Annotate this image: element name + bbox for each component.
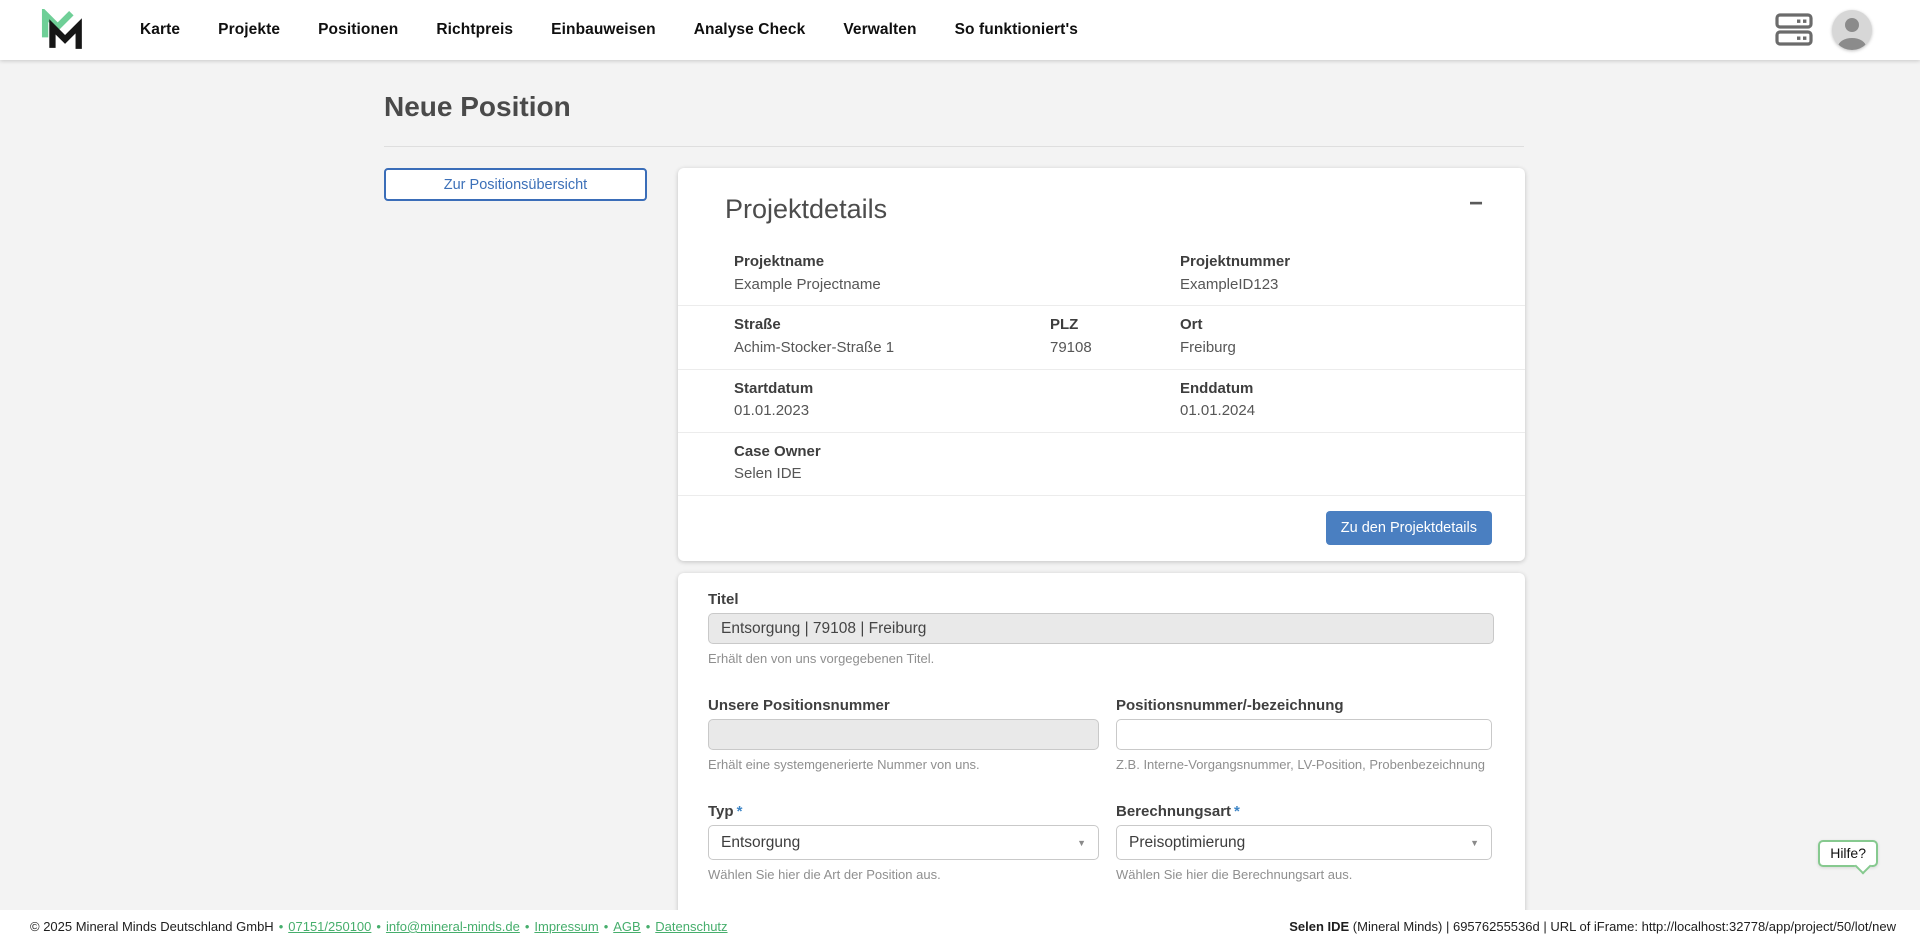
- positionsnummer-input[interactable]: [1116, 719, 1492, 750]
- field-strasse: Straße Achim-Stocker-Straße 1: [734, 314, 1050, 358]
- titel-group: Titel Erhält den von uns vorgegebenen Ti…: [708, 591, 1494, 666]
- unsere-positionsnummer-group: Unsere Positionsnummer Erhält eine syste…: [708, 697, 1099, 772]
- go-to-project-details-button[interactable]: Zu den Projektdetails: [1326, 511, 1492, 545]
- positionsnummer-helper-text: Z.B. Interne-Vorgangsnummer, LV-Position…: [1116, 757, 1492, 772]
- nav-item-einbauweisen[interactable]: Einbauweisen: [551, 21, 656, 39]
- help-button[interactable]: Hilfe?: [1818, 840, 1878, 867]
- back-to-positions-button[interactable]: Zur Positionsübersicht: [384, 168, 647, 201]
- positionsnummer-label: Positionsnummer/-bezeichnung: [1116, 697, 1492, 714]
- copyright-text: © 2025 Mineral Minds Deutschland GmbH: [30, 919, 274, 934]
- page-title: Neue Position: [384, 91, 1524, 123]
- footer-separator: •: [604, 919, 609, 934]
- chevron-down-icon: ▼: [1077, 838, 1086, 848]
- collapse-card-button[interactable]: −: [1465, 194, 1487, 214]
- footer-session-info: Selen IDE (Mineral Minds) | 69576255536d…: [1289, 919, 1896, 934]
- nav-item-projekte[interactable]: Projekte: [218, 21, 280, 39]
- main-menu: Karte Projekte Positionen Richtpreis Ein…: [140, 21, 1078, 39]
- footer-link-datenschutz[interactable]: Datenschutz: [655, 919, 727, 934]
- footer-link-impressum[interactable]: Impressum: [534, 919, 598, 934]
- nav-item-richtpreis[interactable]: Richtpreis: [436, 21, 513, 39]
- avatar-body-shape: [1838, 38, 1866, 50]
- nav-right-icons: [1774, 10, 1872, 50]
- berechnungsart-select[interactable]: Preisoptimierung ▼: [1116, 825, 1492, 860]
- field-ort: Ort Freiburg: [1180, 314, 1501, 358]
- berechnungsart-group: Berechnungsart* Preisoptimierung ▼ Wähle…: [1116, 803, 1492, 882]
- footer-separator: •: [646, 919, 651, 934]
- project-row-name-number: Projektname Example Projectname Projektn…: [678, 243, 1525, 306]
- field-case-owner: Case Owner Selen IDE: [734, 441, 1050, 485]
- titel-label: Titel: [708, 591, 1494, 608]
- top-navigation-bar: Karte Projekte Positionen Richtpreis Ein…: [0, 0, 1920, 60]
- left-column: Zur Positionsübersicht: [384, 168, 647, 201]
- title-divider: [384, 146, 1524, 147]
- mineral-minds-logo-icon[interactable]: [40, 9, 88, 51]
- field-startdatum: Startdatum 01.01.2023: [734, 378, 1050, 422]
- titel-input: [708, 613, 1494, 644]
- new-position-form-card: Titel Erhält den von uns vorgegebenen Ti…: [678, 573, 1525, 943]
- nav-item-verwalten[interactable]: Verwalten: [843, 21, 916, 39]
- nav-item-analyse-check[interactable]: Analyse Check: [694, 21, 806, 39]
- footer-link-email[interactable]: info@mineral-minds.de: [386, 919, 520, 934]
- project-row-owner: Case Owner Selen IDE: [678, 433, 1525, 496]
- field-projektname: Projektname Example Projectname: [734, 251, 1050, 295]
- footer-separator: •: [525, 919, 530, 934]
- footer-bar: © 2025 Mineral Minds Deutschland GmbH • …: [0, 910, 1920, 943]
- typ-group: Typ* Entsorgung ▼ Wählen Sie hier die Ar…: [708, 803, 1099, 882]
- required-asterisk: *: [737, 803, 743, 820]
- footer-link-agb[interactable]: AGB: [613, 919, 640, 934]
- berechnungsart-helper-text: Wählen Sie hier die Berechnungsart aus.: [1116, 867, 1492, 882]
- unsere-positionsnummer-helper-text: Erhält eine systemgenerierte Nummer von …: [708, 757, 1099, 772]
- footer-session-details: (Mineral Minds) | 69576255536d | URL of …: [1349, 919, 1896, 934]
- required-asterisk: *: [1234, 803, 1240, 820]
- footer-separator: •: [376, 919, 381, 934]
- positionsnummer-group: Positionsnummer/-bezeichnung Z.B. Intern…: [1116, 697, 1492, 772]
- titel-helper-text: Erhält den von uns vorgegebenen Titel.: [708, 651, 1494, 666]
- project-details-title: Projektdetails: [725, 194, 887, 225]
- server-racks-icon[interactable]: [1774, 11, 1814, 49]
- main-content-area: Neue Position Zur Positionsübersicht Pro…: [0, 60, 1920, 943]
- typ-select[interactable]: Entsorgung ▼: [708, 825, 1099, 860]
- field-plz: PLZ 79108: [1050, 314, 1180, 358]
- nav-item-positionen[interactable]: Positionen: [318, 21, 398, 39]
- footer-left: © 2025 Mineral Minds Deutschland GmbH • …: [30, 919, 728, 934]
- unsere-positionsnummer-input: [708, 719, 1099, 750]
- footer-user-name: Selen IDE: [1289, 919, 1349, 934]
- typ-label: Typ*: [708, 803, 1099, 820]
- footer-separator: •: [279, 919, 284, 934]
- nav-item-karte[interactable]: Karte: [140, 21, 180, 39]
- right-column: Projektdetails − Projektname Example Pro…: [678, 168, 1525, 943]
- project-row-address: Straße Achim-Stocker-Straße 1 PLZ 79108 …: [678, 306, 1525, 369]
- typ-helper-text: Wählen Sie hier die Art der Position aus…: [708, 867, 1099, 882]
- field-enddatum: Enddatum 01.01.2024: [1180, 378, 1501, 422]
- berechnungsart-label: Berechnungsart*: [1116, 803, 1492, 820]
- nav-item-so-funktionierts[interactable]: So funktioniert's: [955, 21, 1078, 39]
- chevron-down-icon: ▼: [1470, 838, 1479, 848]
- footer-link-phone[interactable]: 07151/250100: [288, 919, 371, 934]
- field-projektnummer: Projektnummer ExampleID123: [1180, 251, 1501, 295]
- unsere-positionsnummer-label: Unsere Positionsnummer: [708, 697, 1099, 714]
- project-details-card: Projektdetails − Projektname Example Pro…: [678, 168, 1525, 561]
- user-avatar-icon[interactable]: [1832, 10, 1872, 50]
- project-row-dates: Startdatum 01.01.2023 Enddatum 01.01.202…: [678, 370, 1525, 433]
- avatar-head-shape: [1845, 18, 1859, 32]
